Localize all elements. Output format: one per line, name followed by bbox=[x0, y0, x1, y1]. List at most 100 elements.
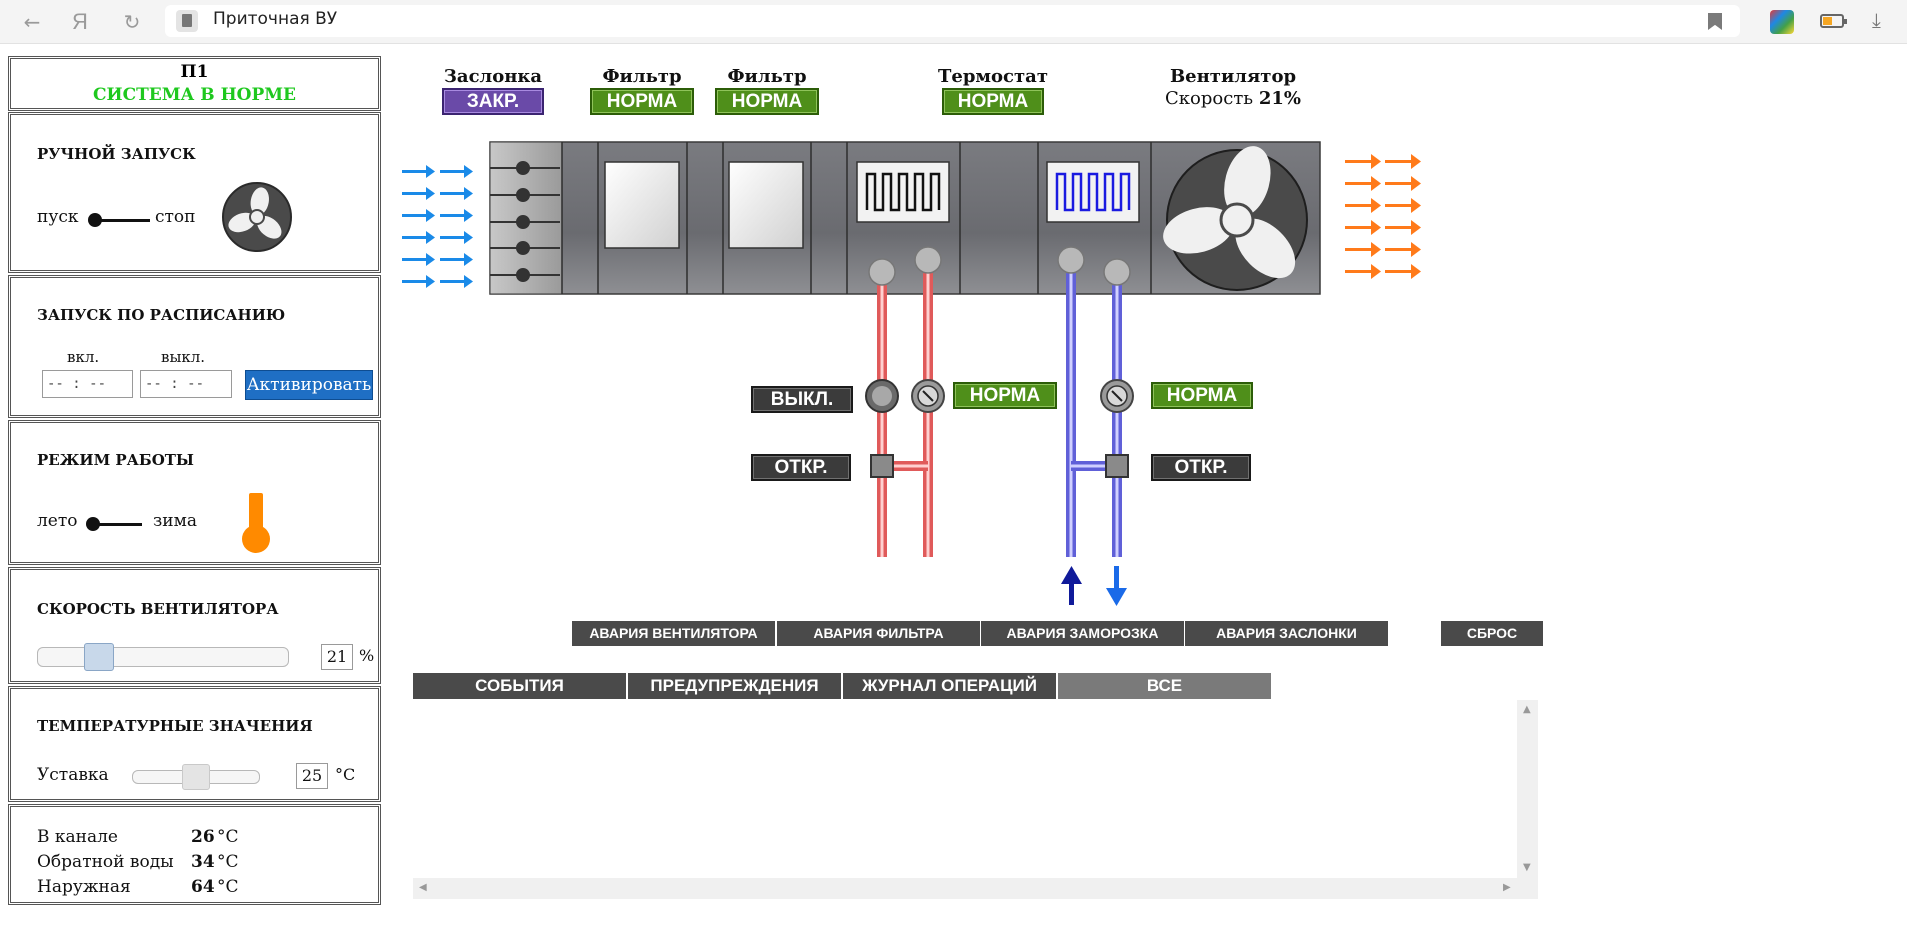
readings-panel: В канале 26 °C Обратной воды 34 °C Наруж… bbox=[8, 804, 381, 905]
scroll-up-icon[interactable]: ▲ bbox=[1523, 704, 1531, 715]
reading-value: 34 bbox=[191, 852, 215, 872]
tab-warnings[interactable]: ПРЕДУПРЕЖДЕНИЯ bbox=[628, 673, 841, 699]
setpoint-input[interactable]: 25 bbox=[296, 763, 328, 789]
reset-button[interactable]: СБРОС bbox=[1441, 621, 1543, 646]
filter-alarm-indicator: АВАРИЯ ФИЛЬТРА bbox=[777, 621, 980, 646]
intake-arrows-icon bbox=[402, 165, 473, 288]
cooler-pressure-status-badge: НОРМА bbox=[1151, 382, 1253, 409]
heater-pump-icon bbox=[865, 379, 899, 413]
fan-speed-display: Скорость 21% bbox=[1160, 88, 1306, 109]
system-status-panel: П1 СИСТЕМА В НОРМЕ bbox=[8, 56, 381, 111]
scroll-right-icon[interactable]: ▶ bbox=[1503, 882, 1511, 893]
page-icon bbox=[176, 10, 198, 32]
return-flow-down-icon bbox=[1106, 566, 1127, 606]
filter1-icon bbox=[604, 161, 680, 249]
thermostat-status-badge: НОРМА bbox=[942, 88, 1044, 115]
summer-label: лето bbox=[37, 511, 78, 531]
mode-panel: РЕЖИМ РАБОТЫ лето зима bbox=[8, 420, 381, 565]
scroll-down-icon[interactable]: ▼ bbox=[1523, 862, 1531, 873]
reading-label: В канале bbox=[37, 827, 118, 847]
event-log-area[interactable] bbox=[413, 700, 1538, 899]
cooler-valve-icon bbox=[1105, 454, 1129, 478]
tab-events[interactable]: СОБЫТИЯ bbox=[413, 673, 626, 699]
off-time-input[interactable]: -- : -- bbox=[140, 370, 232, 398]
fan-alarm-indicator: АВАРИЯ ВЕНТИЛЯТОРА bbox=[572, 621, 775, 646]
scroll-left-icon[interactable]: ◀ bbox=[419, 882, 427, 893]
heater-pump-status-badge: ВЫКЛ. bbox=[751, 386, 853, 413]
on-time-label: вкл. bbox=[67, 348, 100, 366]
reload-icon[interactable]: ↻ bbox=[118, 8, 146, 36]
off-time-label: выкл. bbox=[161, 348, 206, 366]
filter2-title: Фильтр bbox=[727, 66, 807, 87]
battery-icon bbox=[1820, 14, 1847, 28]
fan-speed-slider[interactable] bbox=[37, 647, 289, 667]
fan-speed-panel: СКОРОСТЬ ВЕНТИЛЯТОРА 21 % bbox=[8, 567, 381, 684]
manual-start-switch[interactable] bbox=[88, 213, 152, 227]
reading-unit: °C bbox=[217, 827, 239, 847]
back-arrow-icon[interactable]: ← bbox=[18, 8, 46, 36]
mode-switch[interactable] bbox=[86, 517, 150, 531]
supply-flow-up-icon bbox=[1061, 566, 1082, 605]
tab-operations-log[interactable]: ЖУРНАЛ ОПЕРАЦИЙ bbox=[843, 673, 1056, 699]
log-vertical-scrollbar[interactable]: ▲ ▼ bbox=[1517, 700, 1538, 878]
reading-value: 26 bbox=[191, 827, 215, 847]
activate-button[interactable]: Активировать bbox=[245, 370, 373, 400]
system-name: П1 bbox=[180, 62, 209, 82]
filter1-status-badge: НОРМА bbox=[590, 88, 694, 115]
stop-label: стоп bbox=[155, 207, 196, 227]
filter2-icon bbox=[728, 161, 804, 249]
address-bar[interactable] bbox=[165, 5, 1740, 37]
fan-icon bbox=[222, 182, 292, 252]
cooler-coil-icon bbox=[1046, 161, 1140, 223]
mode-title: РЕЖИМ РАБОТЫ bbox=[37, 451, 194, 469]
fan-title: Вентилятор bbox=[1169, 66, 1297, 87]
heater-coil-icon bbox=[856, 161, 950, 223]
reading-label: Обратной воды bbox=[37, 852, 174, 872]
system-status-text: СИСТЕМА В НОРМЕ bbox=[92, 85, 297, 105]
winter-label: зима bbox=[153, 511, 197, 531]
fan-speed-label: Скорость bbox=[1165, 88, 1254, 109]
setpoint-label: Уставка bbox=[37, 765, 109, 785]
heater-pressure-gauge-icon bbox=[911, 379, 945, 413]
thermometer-summer-icon bbox=[242, 493, 270, 553]
frost-alarm-indicator: АВАРИЯ ЗАМОРОЗКА bbox=[981, 621, 1184, 646]
manual-start-title: РУЧНОЙ ЗАПУСК bbox=[37, 145, 196, 163]
filter1-title: Фильтр bbox=[602, 66, 682, 87]
browser-toolbar: ← Я ↻ Приточная ВУ ⤓ bbox=[0, 0, 1907, 44]
manual-start-panel: РУЧНОЙ ЗАПУСК пуск стоп bbox=[8, 112, 381, 273]
setpoint-slider-thumb[interactable] bbox=[182, 764, 210, 790]
schedule-panel: ЗАПУСК ПО РАСПИСАНИЮ вкл. выкл. -- : -- … bbox=[8, 275, 381, 418]
page-title: Приточная ВУ bbox=[213, 9, 338, 29]
on-time-input[interactable]: -- : -- bbox=[42, 370, 133, 398]
heater-pressure-status-badge: НОРМА bbox=[953, 382, 1057, 409]
schedule-title: ЗАПУСК ПО РАСПИСАНИЮ bbox=[37, 306, 286, 324]
damper-alarm-indicator: АВАРИЯ ЗАСЛОНКИ bbox=[1185, 621, 1388, 646]
heater-valve-icon bbox=[870, 454, 894, 478]
cooler-pressure-gauge-icon bbox=[1100, 379, 1134, 413]
fan-speed-title: СКОРОСТЬ ВЕНТИЛЯТОРА bbox=[37, 600, 279, 618]
reading-value: 64 bbox=[191, 877, 215, 897]
heater-valve-status-badge: ОТКР. bbox=[751, 454, 851, 481]
extension-icon[interactable] bbox=[1770, 10, 1794, 34]
start-label: пуск bbox=[37, 207, 79, 227]
yandex-icon[interactable]: Я bbox=[66, 8, 94, 36]
reading-unit: °C bbox=[217, 877, 239, 897]
reading-unit: °C bbox=[217, 852, 239, 872]
thermostat-title: Термостат bbox=[937, 66, 1048, 87]
fan-speed-unit: % bbox=[359, 646, 375, 665]
fan-speed-slider-thumb[interactable] bbox=[84, 643, 114, 671]
exhaust-arrows-icon bbox=[1345, 154, 1421, 279]
temperature-panel: ТЕМПЕРАТУРНЫЕ ЗНАЧЕНИЯ Уставка 25 °C bbox=[8, 686, 381, 802]
download-icon[interactable]: ⤓ bbox=[1872, 8, 1881, 32]
damper-status-badge: ЗАКР. bbox=[442, 88, 544, 115]
reading-label: Наружная bbox=[37, 877, 131, 897]
fan-speed-value: 21% bbox=[1258, 88, 1301, 109]
ventilation-scheme bbox=[402, 141, 1421, 606]
log-horizontal-scrollbar[interactable]: ◀ ▶ bbox=[413, 878, 1538, 899]
damper-title: Заслонка bbox=[443, 66, 543, 87]
cooler-valve-status-badge: ОТКР. bbox=[1151, 454, 1251, 481]
temperature-title: ТЕМПЕРАТУРНЫЕ ЗНАЧЕНИЯ bbox=[37, 717, 313, 735]
filter2-status-badge: НОРМА bbox=[715, 88, 819, 115]
fan-speed-input[interactable]: 21 bbox=[321, 644, 353, 670]
tab-all[interactable]: ВСЕ bbox=[1058, 673, 1271, 699]
